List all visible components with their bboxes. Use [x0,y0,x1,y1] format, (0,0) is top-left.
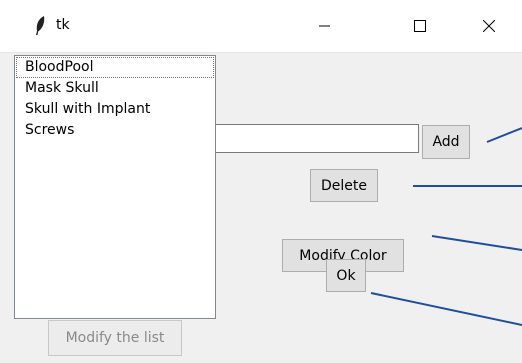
items-listbox[interactable]: BloodPool Mask Skull Skull with Implant … [14,55,216,319]
minimize-button[interactable] [293,0,357,52]
maximize-icon [414,17,426,36]
list-item[interactable]: BloodPool [16,57,214,78]
annotation-line-modify-color [431,235,522,251]
window-title: tk [56,17,70,33]
delete-button[interactable]: Delete [310,169,378,202]
item-entry-field[interactable] [216,124,419,153]
add-button[interactable]: Add [422,125,470,159]
list-item[interactable]: Skull with Implant [15,99,215,120]
annotation-line-ok [370,292,522,326]
modify-list-button[interactable]: Modify the list [48,320,182,356]
close-button[interactable] [457,0,521,52]
annotation-line-add [486,127,522,143]
feather-icon [34,16,46,40]
close-icon [482,17,496,36]
title-bar[interactable]: tk [0,0,522,53]
list-item[interactable]: Mask Skull [15,78,215,99]
ok-button[interactable]: Ok [326,259,366,292]
list-item[interactable]: Screws [15,120,215,141]
tk-window: tk BloodPool Mask Skull Skull with Impla… [0,0,522,363]
minimize-icon [319,17,331,36]
maximize-button[interactable] [388,0,452,52]
